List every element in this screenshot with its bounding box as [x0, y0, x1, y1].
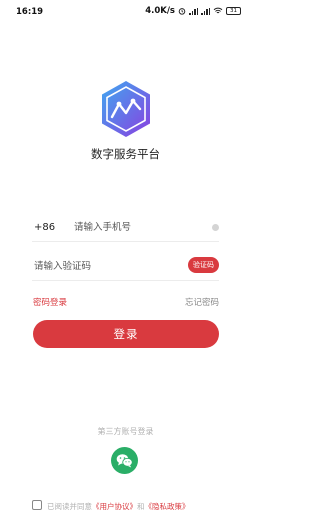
- wechat-login-button[interactable]: [111, 447, 138, 474]
- wifi-icon: [213, 7, 223, 14]
- network-speed: 4.0K/s: [145, 6, 175, 16]
- login-button[interactable]: 登录: [33, 320, 219, 348]
- agreement-text: 已阅读并同意《用户协议》和《隐私政策》: [47, 501, 190, 512]
- status-time: 16:19: [16, 7, 44, 17]
- battery-icon: 31: [226, 7, 241, 15]
- forgot-password-link[interactable]: 忘记密码: [185, 296, 219, 308]
- app-logo: [102, 81, 150, 137]
- phone-row: +86: [32, 214, 219, 242]
- get-code-button[interactable]: 验证码: [188, 257, 219, 273]
- app-title: 数字服务平台: [91, 147, 160, 161]
- country-code[interactable]: +86: [34, 222, 55, 233]
- privacy-policy-link[interactable]: 《隐私政策》: [145, 502, 190, 511]
- user-agreement-link[interactable]: 《用户协议》: [92, 502, 137, 511]
- third-party-login-title: 第三方账号登录: [97, 427, 154, 436]
- phone-input[interactable]: [74, 218, 194, 236]
- password-login-link[interactable]: 密码登录: [33, 296, 67, 308]
- signal-icon-2: [201, 7, 210, 15]
- verification-code-input[interactable]: [34, 257, 154, 275]
- code-row: 验证码: [32, 253, 219, 281]
- alarm-icon: [178, 8, 186, 15]
- agreement-and: 和: [137, 502, 145, 511]
- agreement-checkbox[interactable]: [32, 500, 42, 510]
- status-icons: 4.0K/s 31: [145, 6, 241, 16]
- signal-icon: [189, 7, 198, 15]
- agreement-row: 已阅读并同意《用户协议》和《隐私政策》: [32, 499, 242, 513]
- wechat-icon: [116, 454, 133, 468]
- clear-icon[interactable]: [212, 224, 219, 231]
- status-bar: 16:19 4.0K/s 31: [0, 0, 251, 22]
- agreement-prefix: 已阅读并同意: [47, 502, 92, 511]
